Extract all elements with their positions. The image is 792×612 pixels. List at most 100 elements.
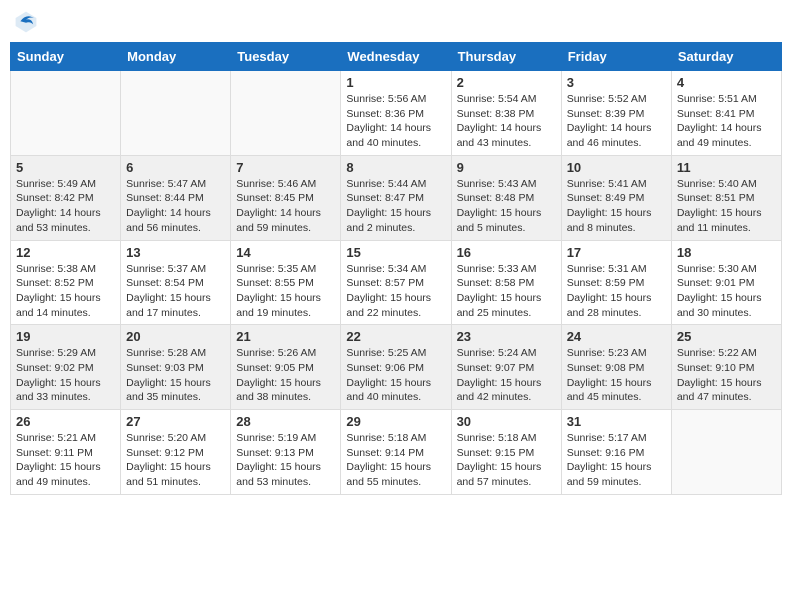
calendar-cell: 17Sunrise: 5:31 AM Sunset: 8:59 PM Dayli… <box>561 240 671 325</box>
cell-info: Sunrise: 5:26 AM Sunset: 9:05 PM Dayligh… <box>236 346 335 405</box>
cell-info: Sunrise: 5:18 AM Sunset: 9:14 PM Dayligh… <box>346 431 445 490</box>
cell-info: Sunrise: 5:17 AM Sunset: 9:16 PM Dayligh… <box>567 431 666 490</box>
calendar-cell <box>671 410 781 495</box>
cell-date: 27 <box>126 414 225 429</box>
calendar-cell: 19 Sunrise: 5:29 AM Sunset: 9:02 PM Dayli… <box>11 325 121 410</box>
calendar-cell: 29 Sunrise: 5:18 AM Sunset: 9:14 PM Dayli… <box>341 410 451 495</box>
logo-icon <box>14 10 38 34</box>
cell-info: Sunrise: 5:29 AM Sunset: 9:02 PM Dayligh… <box>16 346 115 405</box>
cell-info: Sunrise: 5:40 AM Sunset: 8:51 PM Dayligh… <box>677 177 776 236</box>
cell-info: Sunrise: 5:37 AM Sunset: 8:54 PM Dayligh… <box>126 262 225 321</box>
calendar-cell <box>231 71 341 156</box>
calendar-cell: 30 Sunrise: 5:18 AM Sunset: 9:15 PM Dayli… <box>451 410 561 495</box>
cell-date: 3 <box>567 75 666 90</box>
calendar-cell: 18 Sunrise: 5:30 AM Sunset: 9:01 PM Dayli… <box>671 240 781 325</box>
calendar-table: SundayMondayTuesdayWednesdayThursdayFrid… <box>10 42 782 495</box>
cell-info: Sunrise: 5:41 AM Sunset: 8:49 PM Dayligh… <box>567 177 666 236</box>
cell-date: 17 <box>567 245 666 260</box>
cell-info: Sunrise: 5:43 AM Sunset: 8:48 PM Dayligh… <box>457 177 556 236</box>
cell-info: Sunrise: 5:46 AM Sunset: 8:45 PM Dayligh… <box>236 177 335 236</box>
cell-info: Sunrise: 5:47 AM Sunset: 8:44 PM Dayligh… <box>126 177 225 236</box>
calendar-cell: 5 Sunrise: 5:49 AM Sunset: 8:42 PM Daylig… <box>11 155 121 240</box>
calendar-week-row: 5 Sunrise: 5:49 AM Sunset: 8:42 PM Daylig… <box>11 155 782 240</box>
calendar-cell: 6 Sunrise: 5:47 AM Sunset: 8:44 PM Daylig… <box>121 155 231 240</box>
cell-info: Sunrise: 5:22 AM Sunset: 9:10 PM Dayligh… <box>677 346 776 405</box>
cell-date: 15 <box>346 245 445 260</box>
cell-info: Sunrise: 5:18 AM Sunset: 9:15 PM Dayligh… <box>457 431 556 490</box>
cell-info: Sunrise: 5:54 AM Sunset: 8:38 PM Dayligh… <box>457 92 556 151</box>
calendar-cell: 2 Sunrise: 5:54 AM Sunset: 8:38 PM Daylig… <box>451 71 561 156</box>
calendar-cell: 9 Sunrise: 5:43 AM Sunset: 8:48 PM Daylig… <box>451 155 561 240</box>
calendar-cell: 13 Sunrise: 5:37 AM Sunset: 8:54 PM Dayli… <box>121 240 231 325</box>
cell-date: 14 <box>236 245 335 260</box>
cell-info: Sunrise: 5:19 AM Sunset: 9:13 PM Dayligh… <box>236 431 335 490</box>
cell-date: 2 <box>457 75 556 90</box>
cell-info: Sunrise: 5:51 AM Sunset: 8:41 PM Dayligh… <box>677 92 776 151</box>
cell-date: 23 <box>457 329 556 344</box>
calendar-cell <box>11 71 121 156</box>
cell-date: 31 <box>567 414 666 429</box>
cell-info: Sunrise: 5:52 AM Sunset: 8:39 PM Dayligh… <box>567 92 666 151</box>
cell-date: 1 <box>346 75 445 90</box>
cell-date: 8 <box>346 160 445 175</box>
calendar-week-row: 12Sunrise: 5:38 AM Sunset: 8:52 PM Dayli… <box>11 240 782 325</box>
calendar-cell: 11 Sunrise: 5:40 AM Sunset: 8:51 PM Dayli… <box>671 155 781 240</box>
cell-date: 28 <box>236 414 335 429</box>
cell-date: 20 <box>126 329 225 344</box>
calendar-week-row: 19 Sunrise: 5:29 AM Sunset: 9:02 PM Dayli… <box>11 325 782 410</box>
cell-info: Sunrise: 5:49 AM Sunset: 8:42 PM Dayligh… <box>16 177 115 236</box>
cell-info: Sunrise: 5:24 AM Sunset: 9:07 PM Dayligh… <box>457 346 556 405</box>
cell-date: 21 <box>236 329 335 344</box>
cell-date: 7 <box>236 160 335 175</box>
cell-date: 16 <box>457 245 556 260</box>
cell-date: 13 <box>126 245 225 260</box>
cell-date: 24 <box>567 329 666 344</box>
calendar-cell: 12Sunrise: 5:38 AM Sunset: 8:52 PM Dayli… <box>11 240 121 325</box>
calendar-header-row: SundayMondayTuesdayWednesdayThursdayFrid… <box>11 43 782 71</box>
calendar-cell: 1 Sunrise: 5:56 AM Sunset: 8:36 PM Daylig… <box>341 71 451 156</box>
calendar-cell: 25Sunrise: 5:22 AM Sunset: 9:10 PM Dayli… <box>671 325 781 410</box>
calendar-cell: 4 Sunrise: 5:51 AM Sunset: 8:41 PM Daylig… <box>671 71 781 156</box>
cell-date: 29 <box>346 414 445 429</box>
cell-date: 4 <box>677 75 776 90</box>
day-header-tuesday: Tuesday <box>231 43 341 71</box>
cell-info: Sunrise: 5:44 AM Sunset: 8:47 PM Dayligh… <box>346 177 445 236</box>
calendar-cell: 20Sunrise: 5:28 AM Sunset: 9:03 PM Dayli… <box>121 325 231 410</box>
day-header-monday: Monday <box>121 43 231 71</box>
calendar-cell <box>121 71 231 156</box>
day-header-friday: Friday <box>561 43 671 71</box>
calendar-cell: 7 Sunrise: 5:46 AM Sunset: 8:45 PM Daylig… <box>231 155 341 240</box>
cell-date: 19 <box>16 329 115 344</box>
calendar-cell: 14Sunrise: 5:35 AM Sunset: 8:55 PM Dayli… <box>231 240 341 325</box>
cell-date: 26 <box>16 414 115 429</box>
cell-info: Sunrise: 5:23 AM Sunset: 9:08 PM Dayligh… <box>567 346 666 405</box>
cell-date: 9 <box>457 160 556 175</box>
cell-date: 18 <box>677 245 776 260</box>
calendar-cell: 23 Sunrise: 5:24 AM Sunset: 9:07 PM Dayli… <box>451 325 561 410</box>
cell-date: 22 <box>346 329 445 344</box>
calendar-cell: 10 Sunrise: 5:41 AM Sunset: 8:49 PM Dayli… <box>561 155 671 240</box>
calendar-cell: 26 Sunrise: 5:21 AM Sunset: 9:11 PM Dayli… <box>11 410 121 495</box>
day-header-sunday: Sunday <box>11 43 121 71</box>
calendar-cell: 16Sunrise: 5:33 AM Sunset: 8:58 PM Dayli… <box>451 240 561 325</box>
cell-date: 6 <box>126 160 225 175</box>
cell-info: Sunrise: 5:56 AM Sunset: 8:36 PM Dayligh… <box>346 92 445 151</box>
cell-date: 11 <box>677 160 776 175</box>
cell-info: Sunrise: 5:21 AM Sunset: 9:11 PM Dayligh… <box>16 431 115 490</box>
calendar-week-row: 26 Sunrise: 5:21 AM Sunset: 9:11 PM Dayli… <box>11 410 782 495</box>
calendar-cell: 28 Sunrise: 5:19 AM Sunset: 9:13 PM Dayli… <box>231 410 341 495</box>
logo <box>14 10 42 34</box>
cell-date: 30 <box>457 414 556 429</box>
calendar-cell: 24 Sunrise: 5:23 AM Sunset: 9:08 PM Dayli… <box>561 325 671 410</box>
cell-date: 5 <box>16 160 115 175</box>
cell-info: Sunrise: 5:30 AM Sunset: 9:01 PM Dayligh… <box>677 262 776 321</box>
calendar-cell: 22Sunrise: 5:25 AM Sunset: 9:06 PM Dayli… <box>341 325 451 410</box>
day-header-saturday: Saturday <box>671 43 781 71</box>
calendar-cell: 15Sunrise: 5:34 AM Sunset: 8:57 PM Dayli… <box>341 240 451 325</box>
day-header-thursday: Thursday <box>451 43 561 71</box>
calendar-cell: 8 Sunrise: 5:44 AM Sunset: 8:47 PM Daylig… <box>341 155 451 240</box>
cell-date: 12 <box>16 245 115 260</box>
cell-date: 10 <box>567 160 666 175</box>
calendar-cell: 3 Sunrise: 5:52 AM Sunset: 8:39 PM Daylig… <box>561 71 671 156</box>
calendar-cell: 21 Sunrise: 5:26 AM Sunset: 9:05 PM Dayli… <box>231 325 341 410</box>
